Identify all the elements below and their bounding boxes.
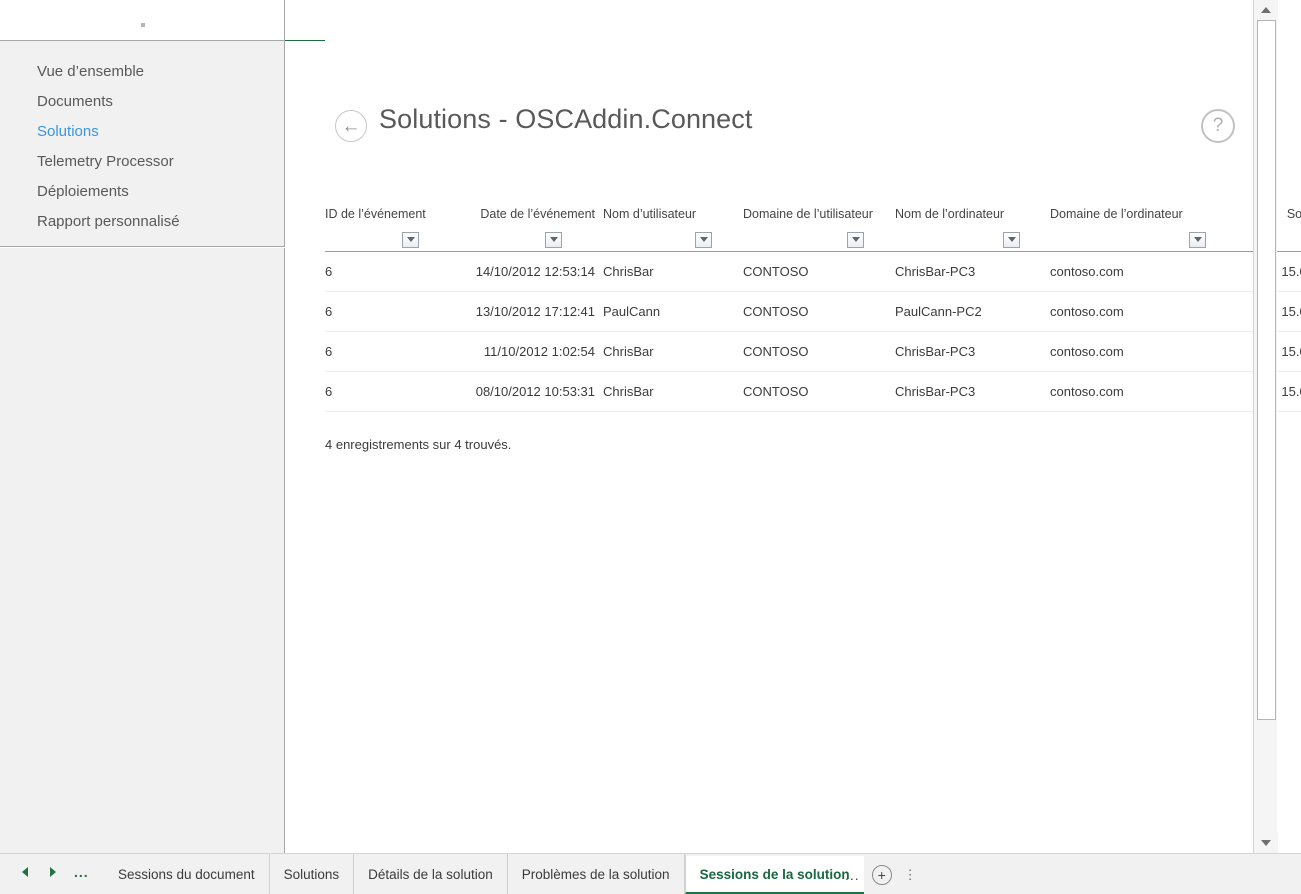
navigation-list: Vue d’ensemble Documents Solutions Telem… (0, 41, 284, 237)
table-body: 6 14/10/2012 12:53:14 ChrisBar CONTOSO C… (325, 251, 1301, 412)
filter-dropdown-icon-event-id[interactable] (402, 231, 419, 248)
back-arrow-icon[interactable]: ← (335, 110, 367, 142)
cell-event-id: 6 (325, 371, 453, 412)
sheet-overflow-left-label[interactable]: ... (74, 864, 89, 880)
previous-sheet-icon[interactable] (18, 863, 32, 881)
cell-event-date: 11/10/2012 1:02:54 (453, 331, 603, 372)
scroll-down-icon[interactable] (1254, 833, 1278, 853)
report-body: ← Solutions - OSCAddin.Connect ? ID de l… (285, 41, 1301, 853)
cell-computer-domain: contoso.com (1050, 371, 1225, 412)
nav-item-telemetry-processor[interactable]: Telemetry Processor (0, 147, 284, 177)
cell-user-domain: CONTOSO (743, 371, 895, 412)
filter-dropdown-icon-user-name[interactable] (695, 231, 712, 248)
cell-computer-domain: contoso.com (1050, 291, 1225, 332)
cell-user-domain: CONTOSO (743, 331, 895, 372)
cell-computer-name: ChrisBar-PC3 (895, 251, 1050, 292)
excel-telemetry-dashboard: Vue d’ensemble Documents Solutions Telem… (0, 0, 1301, 894)
sheet-tab-problemes-de-la-solution[interactable]: Problèmes de la solution (507, 854, 685, 894)
table-row[interactable]: 6 13/10/2012 17:12:41 PaulCann CONTOSO P… (325, 291, 1301, 332)
cell-computer-domain: contoso.com (1050, 251, 1225, 292)
scroll-up-icon[interactable] (1254, 0, 1278, 20)
cell-user-domain: CONTOSO (743, 251, 895, 292)
filter-dropdown-icon-user-domain[interactable] (847, 231, 864, 248)
page-title: Solutions - OSCAddin.Connect (379, 104, 753, 134)
navigation-panel-filler (0, 248, 285, 853)
cell-user-name: ChrisBar (603, 371, 743, 412)
sheet-overflow-right-label[interactable]: ... (845, 867, 860, 883)
solutions-table-wrapper: ID de l’événement Date de l’événement No… (325, 206, 1301, 412)
vertical-scroll-thumb[interactable] (1257, 20, 1276, 720)
sheet-tabs-list: Sessions du document Solutions Détails d… (104, 854, 864, 894)
sheet-tab-solutions[interactable]: Solutions (269, 854, 355, 894)
table-header: ID de l’événement Date de l’événement No… (325, 206, 1301, 251)
nav-item-deploiements[interactable]: Déploiements (0, 177, 284, 207)
table-row[interactable]: 6 11/10/2012 1:02:54 ChrisBar CONTOSO Ch… (325, 331, 1301, 372)
nav-item-rapport-personnalise[interactable]: Rapport personnalisé (0, 207, 284, 237)
sheet-tab-bar: ... Sessions du document Solutions Détai… (0, 853, 1301, 894)
sheet-nav-controls: ... (18, 863, 89, 881)
cell-event-id: 6 (325, 291, 453, 332)
sheet-tab-sessions-du-document[interactable]: Sessions du document (104, 854, 270, 894)
tab-split-handle-icon[interactable]: ⋮ (904, 868, 917, 881)
filter-dropdown-icon-computer-domain[interactable] (1189, 231, 1206, 248)
vertical-scroll-track[interactable] (1254, 20, 1278, 833)
column-header-user-domain: Domaine de l’utilisateur (743, 206, 895, 251)
cell-user-domain: CONTOSO (743, 291, 895, 332)
cell-event-date: 13/10/2012 17:12:41 (453, 291, 603, 332)
table-row[interactable]: 6 14/10/2012 12:53:14 ChrisBar CONTOSO C… (325, 251, 1301, 292)
column-header-event-id: ID de l’événement (325, 206, 453, 251)
column-header-user-name: Nom d’utilisateur (603, 206, 743, 251)
cell-event-id: 6 (325, 331, 453, 372)
cell-computer-name: ChrisBar-PC3 (895, 371, 1050, 412)
record-count-text: 4 enregistrements sur 4 trouvés. (325, 437, 512, 452)
column-header-event-date: Date de l’événement (453, 206, 603, 251)
report-header: ← Solutions - OSCAddin.Connect ? (285, 96, 1277, 144)
cell-event-date: 14/10/2012 12:53:14 (453, 251, 603, 292)
cell-marker-dot (141, 23, 145, 27)
cell-user-name: PaulCann (603, 291, 743, 332)
cell-user-name: ChrisBar (603, 331, 743, 372)
cell-computer-name: PaulCann-PC2 (895, 291, 1050, 332)
column-divider-line (284, 0, 285, 41)
table-header-row: ID de l’événement Date de l’événement No… (325, 206, 1301, 251)
nav-item-documents[interactable]: Documents (0, 87, 284, 117)
question-mark-icon[interactable]: ? (1201, 109, 1235, 143)
cell-computer-name: ChrisBar-PC3 (895, 331, 1050, 372)
cell-event-date: 08/10/2012 10:53:31 (453, 371, 603, 412)
add-sheet-icon[interactable]: + (871, 864, 892, 885)
cell-computer-domain: contoso.com (1050, 331, 1225, 372)
filter-dropdown-icon-event-date[interactable] (545, 231, 562, 248)
solutions-table: ID de l’événement Date de l’événement No… (325, 206, 1301, 412)
vertical-scrollbar[interactable] (1253, 0, 1278, 853)
sheet-tab-sessions-de-la-solution[interactable]: Sessions de la solution (684, 854, 864, 894)
sheet-tab-extras: ... + ⋮ (845, 854, 917, 894)
cell-event-id: 6 (325, 251, 453, 292)
nav-item-vue-densemble[interactable]: Vue d’ensemble (0, 57, 284, 87)
filter-dropdown-icon-computer-name[interactable] (1003, 231, 1020, 248)
column-header-computer-domain: Domaine de l’ordinateur (1050, 206, 1225, 251)
cell-user-name: ChrisBar (603, 251, 743, 292)
report-navigation-panel: Vue d’ensemble Documents Solutions Telem… (0, 40, 285, 247)
next-sheet-icon[interactable] (46, 863, 60, 881)
worksheet-canvas[interactable]: Vue d’ensemble Documents Solutions Telem… (0, 0, 1301, 853)
nav-item-solutions[interactable]: Solutions (0, 117, 284, 147)
table-row[interactable]: 6 08/10/2012 10:53:31 ChrisBar CONTOSO C… (325, 371, 1301, 412)
sheet-tab-details-de-la-solution[interactable]: Détails de la solution (354, 854, 508, 894)
column-header-computer-name: Nom de l’ordinateur (895, 206, 1050, 251)
